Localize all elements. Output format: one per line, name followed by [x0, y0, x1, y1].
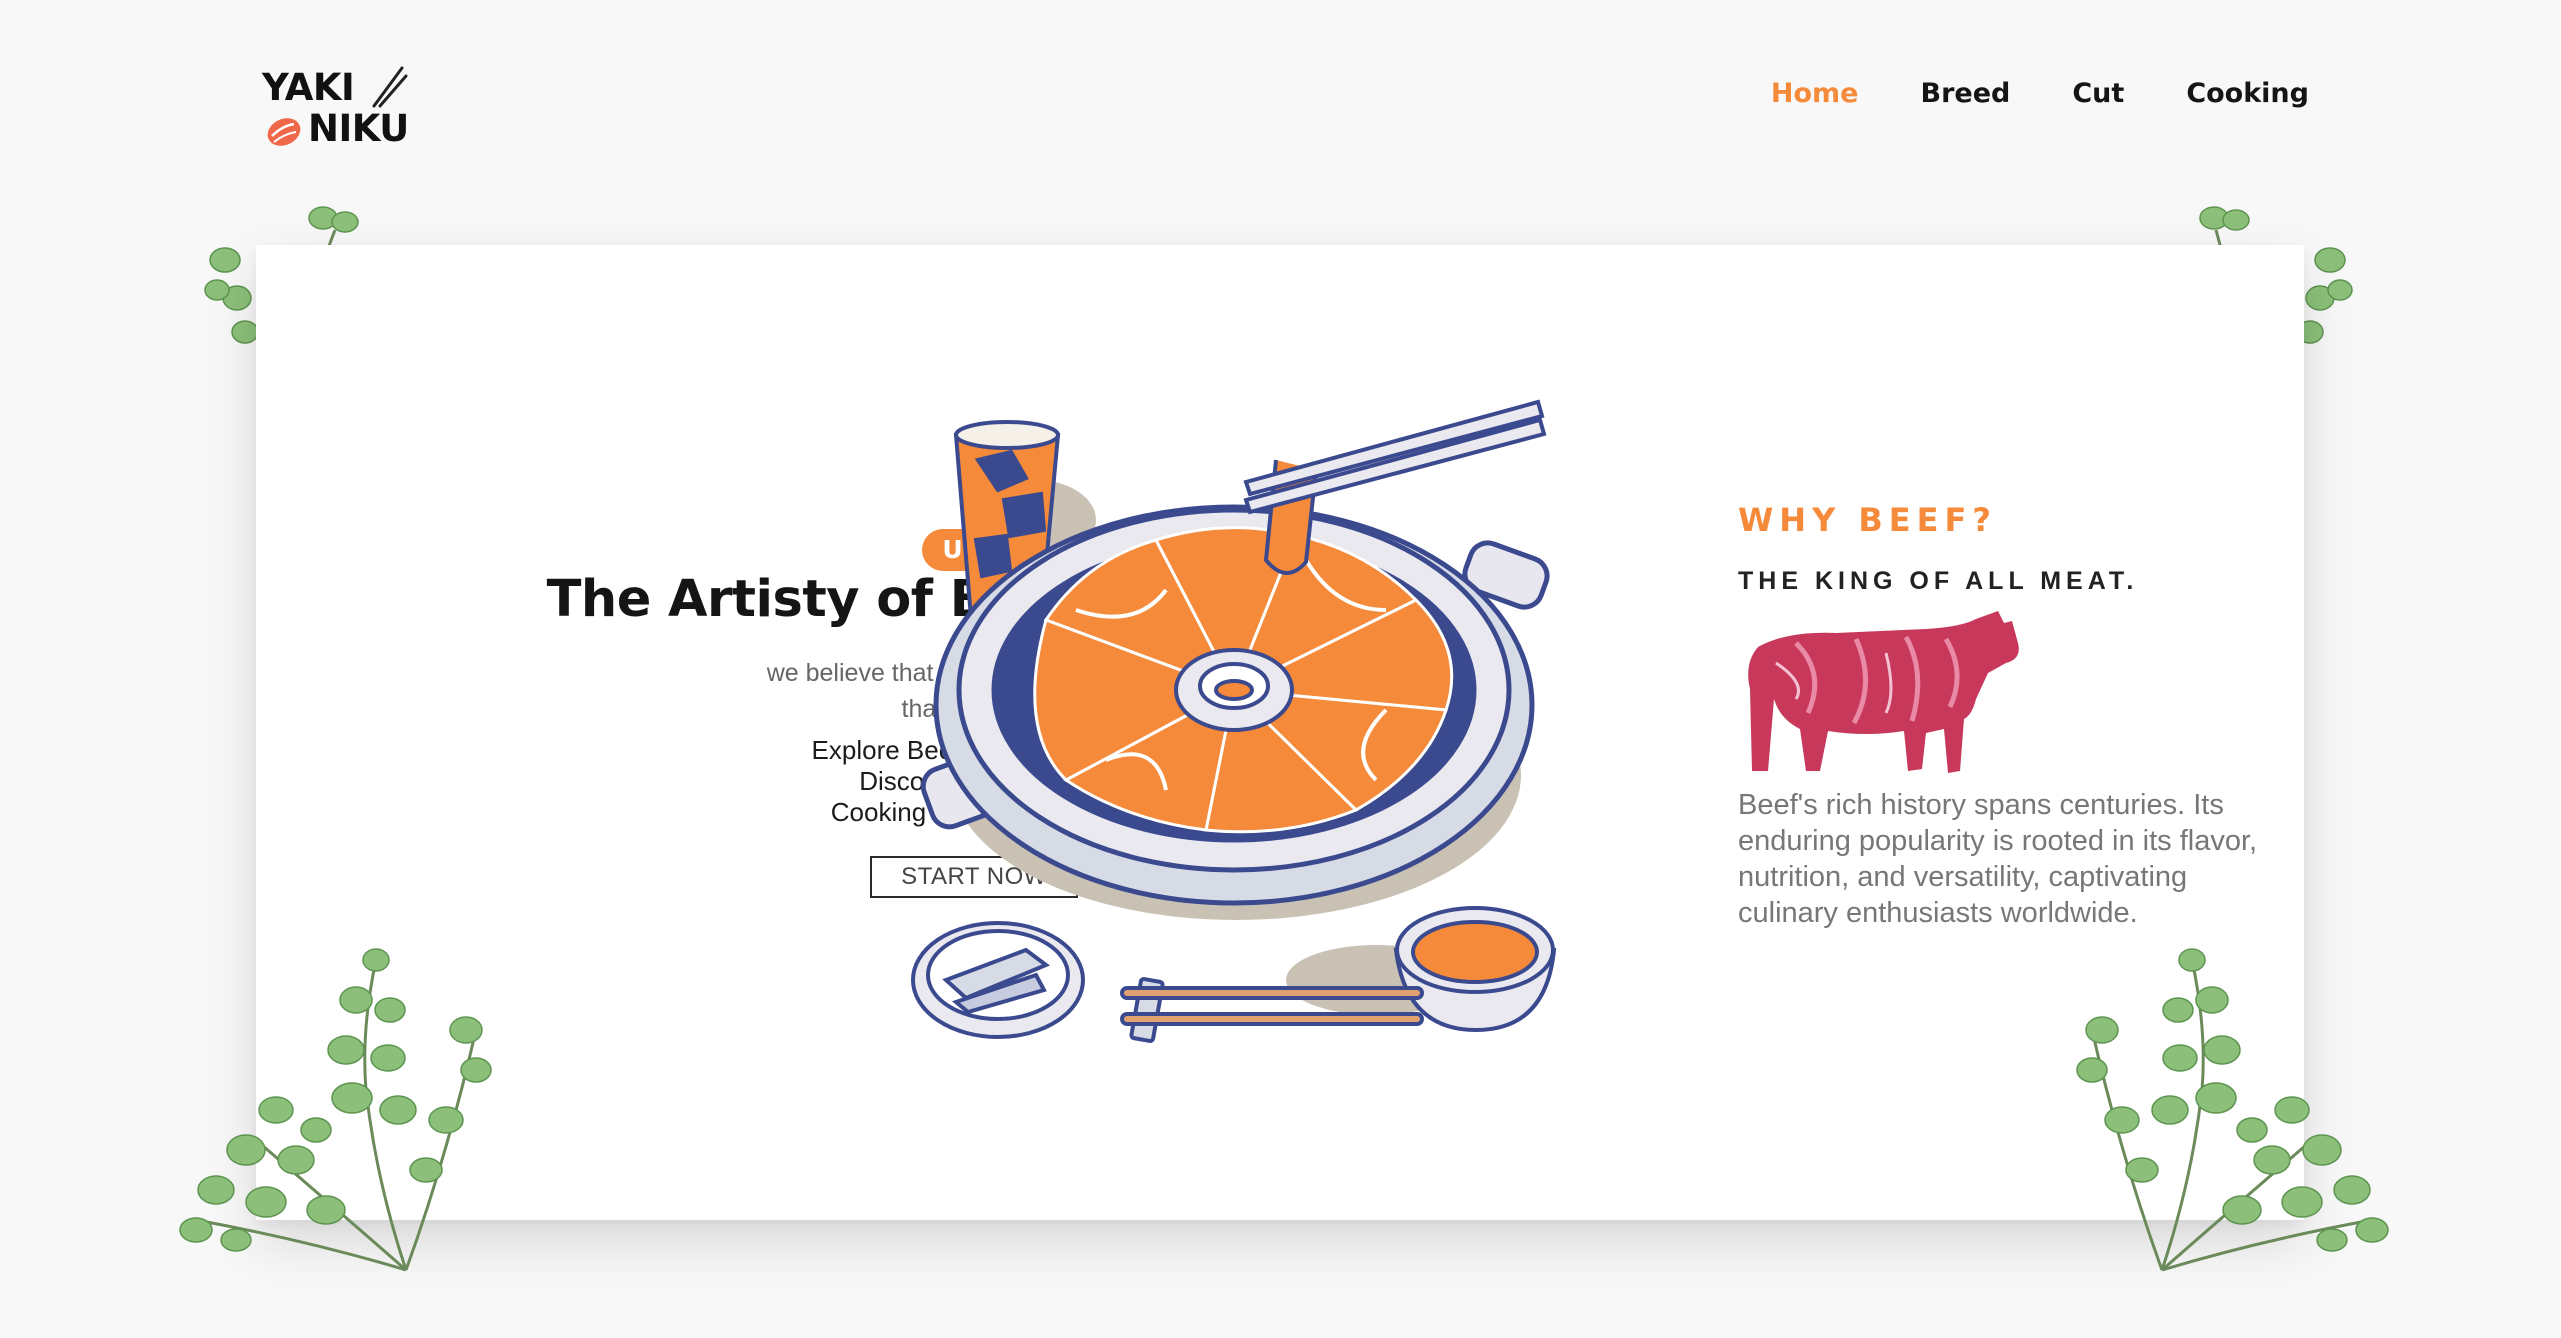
nav-cooking[interactable]: Cooking [2186, 78, 2309, 109]
cow-illustration [1748, 611, 2019, 773]
nav-home[interactable]: Home [1771, 78, 1859, 109]
brand-logo[interactable]: YAKI NIKU [262, 64, 422, 154]
nav-cut[interactable]: Cut [2072, 78, 2124, 109]
hero-card: UNLOCK The Artisty of Beef we believe th… [256, 245, 2304, 1220]
brand-line1: YAKI [262, 66, 355, 109]
nav-breed[interactable]: Breed [1921, 78, 2011, 109]
sauce-center [1174, 648, 1294, 732]
chopsticks-icon [372, 66, 408, 108]
brand-line2: NIKU [308, 107, 409, 150]
king-subheading: THE KING OF ALL MEAT. [1738, 567, 2139, 595]
side-dish [911, 921, 1085, 1039]
beef-description: Beef's rich history spans centuries. Its… [1738, 789, 2258, 929]
main-nav: Home Breed Cut Cooking [1771, 78, 2309, 109]
why-beef-heading: WHY BEEF? [1738, 501, 1997, 539]
meat-icon [267, 118, 301, 146]
dipping-bowl [1393, 906, 1557, 1033]
